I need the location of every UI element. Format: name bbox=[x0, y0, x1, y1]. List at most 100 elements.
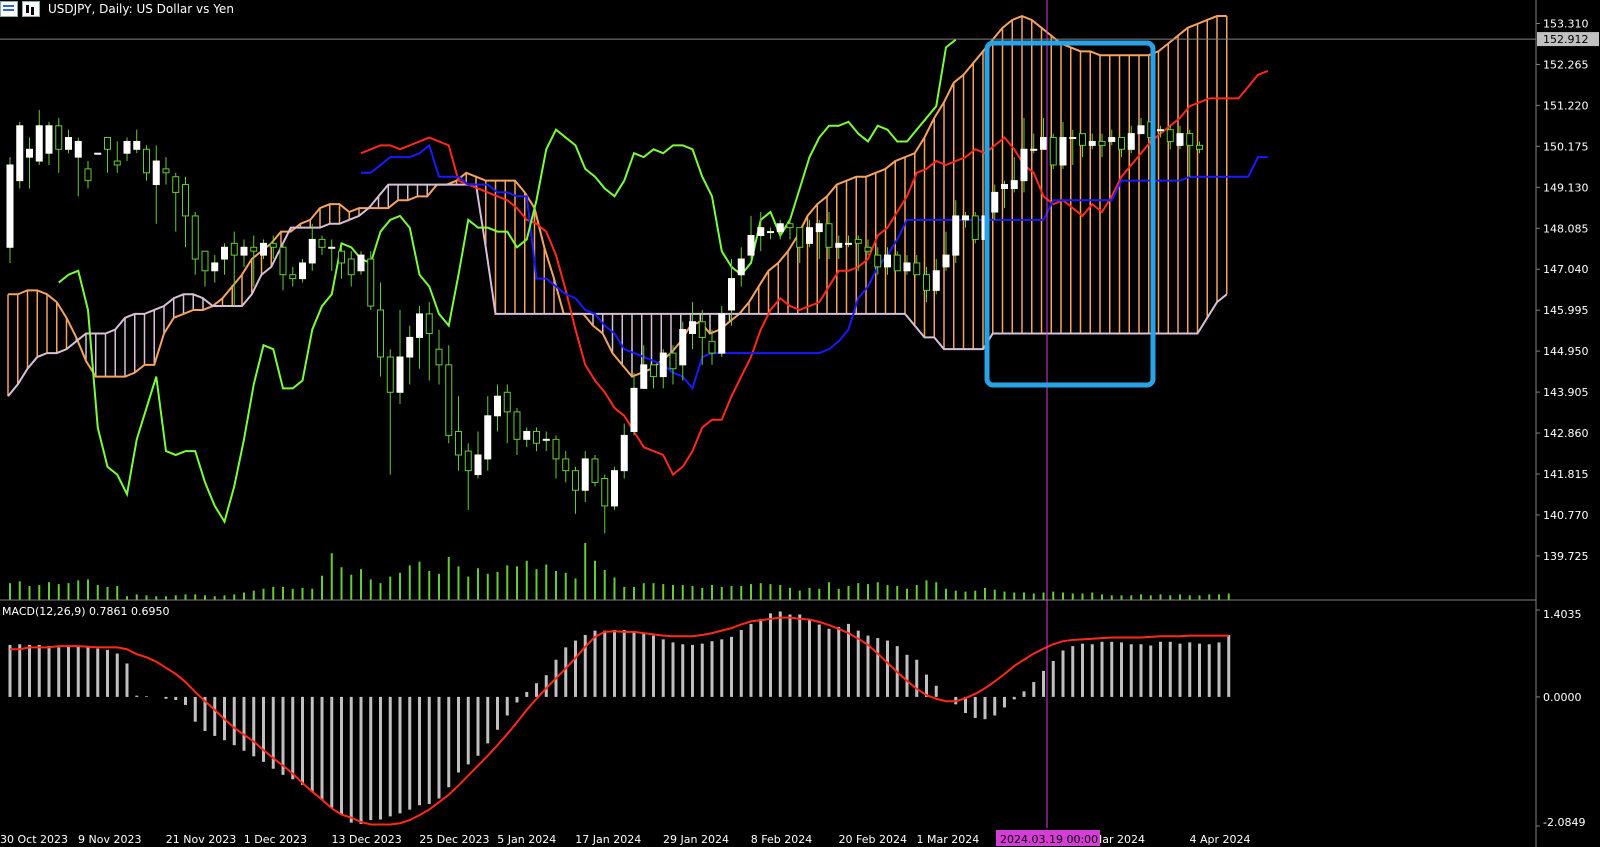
candle-body bbox=[1040, 137, 1047, 150]
candle-body bbox=[172, 176, 180, 193]
candle-body bbox=[1166, 129, 1174, 142]
candle-body bbox=[523, 430, 531, 440]
time-tick-label: 1 Dec 2023 bbox=[244, 833, 307, 846]
candle-body bbox=[952, 215, 960, 256]
candle-body bbox=[533, 430, 540, 444]
candle-body bbox=[650, 364, 657, 378]
candle-body bbox=[1118, 137, 1125, 150]
symbol-title: USDJPY, Daily: US Dollar vs Yen bbox=[48, 2, 234, 16]
time-tick-label: 21 Nov 2023 bbox=[166, 833, 236, 846]
candle-body bbox=[776, 223, 784, 233]
candle-body bbox=[503, 391, 511, 413]
candle-body bbox=[786, 223, 794, 229]
price-tick-label: 141.815 bbox=[1543, 468, 1589, 481]
time-tick-label: 13 Dec 2023 bbox=[332, 833, 402, 846]
candle-body bbox=[689, 321, 696, 334]
candle-body bbox=[962, 215, 969, 221]
candle-body bbox=[728, 278, 735, 311]
candle-body bbox=[328, 246, 336, 249]
candle-body bbox=[494, 395, 501, 417]
candle-body bbox=[367, 258, 375, 307]
price-tick-label: 149.130 bbox=[1543, 181, 1589, 194]
price-tick-label: 153.310 bbox=[1543, 17, 1589, 30]
time-tick-label: 17 Jan 2024 bbox=[575, 833, 641, 846]
candle-body bbox=[445, 364, 453, 436]
chart-header: USDJPY, Daily: US Dollar vs Yen bbox=[0, 0, 234, 18]
candle-body bbox=[1108, 137, 1116, 142]
candle-body bbox=[26, 148, 33, 158]
candle-body bbox=[835, 242, 843, 248]
candle-body bbox=[201, 250, 209, 272]
candle-body bbox=[1020, 148, 1028, 182]
price-tick-label: 142.860 bbox=[1543, 427, 1589, 440]
candle-body bbox=[318, 238, 326, 248]
time-tick-label: 1 Mar 2024 bbox=[917, 833, 980, 846]
candle-body bbox=[35, 125, 43, 162]
candle-body bbox=[250, 246, 258, 252]
candle-body bbox=[932, 270, 940, 291]
candle-body bbox=[94, 152, 102, 155]
candle-body bbox=[182, 184, 189, 217]
candle-body bbox=[542, 438, 550, 441]
trading-chart[interactable]: 153.310 152.265 151.220 150.175 149.130 148.0… bbox=[0, 0, 1600, 847]
candle-body bbox=[435, 348, 443, 366]
candle-body bbox=[601, 478, 609, 507]
chart-background bbox=[0, 0, 1600, 847]
candle-body bbox=[484, 415, 492, 460]
candle-body bbox=[913, 262, 921, 276]
price-tick-label: 151.220 bbox=[1543, 99, 1589, 112]
candle-body bbox=[289, 274, 297, 280]
candle-body bbox=[659, 352, 667, 378]
price-tick-label: 147.040 bbox=[1543, 263, 1589, 276]
candle-body bbox=[396, 356, 404, 393]
candle-body bbox=[221, 246, 228, 260]
chart-list-icon[interactable] bbox=[0, 1, 18, 17]
time-tick-label: 9 Nov 2023 bbox=[78, 833, 141, 846]
candle-body bbox=[698, 321, 706, 338]
time-tick-label: 5 Jan 2024 bbox=[497, 833, 556, 846]
candle-body bbox=[640, 364, 648, 389]
candle-body bbox=[757, 227, 765, 237]
candle-body bbox=[133, 140, 141, 150]
candle-body bbox=[718, 313, 726, 354]
candle-body bbox=[1157, 129, 1164, 132]
candle-body bbox=[591, 458, 599, 483]
candle-body bbox=[893, 254, 901, 272]
candle-body bbox=[1059, 137, 1067, 166]
candle-body bbox=[581, 458, 589, 491]
candle-body bbox=[464, 450, 472, 472]
candle-body bbox=[45, 125, 53, 154]
candle-body bbox=[357, 254, 365, 272]
candle-body bbox=[191, 215, 199, 260]
price-tick-label: 143.905 bbox=[1543, 386, 1589, 399]
candle-body bbox=[16, 125, 24, 182]
candle-body bbox=[269, 242, 277, 248]
candle-body bbox=[65, 137, 72, 150]
candle-body bbox=[406, 336, 414, 358]
candle-body bbox=[874, 254, 882, 268]
candle-body bbox=[1069, 137, 1077, 140]
candle-body bbox=[708, 340, 716, 354]
macd-tick-label: 0.0000 bbox=[1543, 691, 1582, 704]
candle-body bbox=[425, 313, 433, 334]
candle-body bbox=[1088, 140, 1096, 146]
candle-body bbox=[416, 313, 423, 338]
candle-body bbox=[1176, 133, 1184, 146]
candle-body bbox=[1010, 180, 1018, 189]
candle-body bbox=[347, 258, 355, 276]
candle-body bbox=[55, 125, 63, 150]
candle-body bbox=[562, 458, 570, 472]
candle-body bbox=[1127, 133, 1135, 150]
candle-body bbox=[84, 168, 92, 182]
candle-body bbox=[620, 434, 628, 472]
candle-body bbox=[991, 191, 999, 213]
candle-body bbox=[474, 454, 482, 476]
time-tick-label: 4 Apr 2024 bbox=[1190, 833, 1251, 846]
candle-body bbox=[386, 356, 394, 393]
candle-body bbox=[377, 309, 384, 358]
chart-type-icon[interactable] bbox=[22, 1, 40, 17]
candle-body bbox=[971, 215, 979, 240]
candle-body bbox=[455, 430, 462, 456]
candle-body bbox=[1079, 133, 1086, 146]
price-tick-label: 145.995 bbox=[1543, 304, 1589, 317]
